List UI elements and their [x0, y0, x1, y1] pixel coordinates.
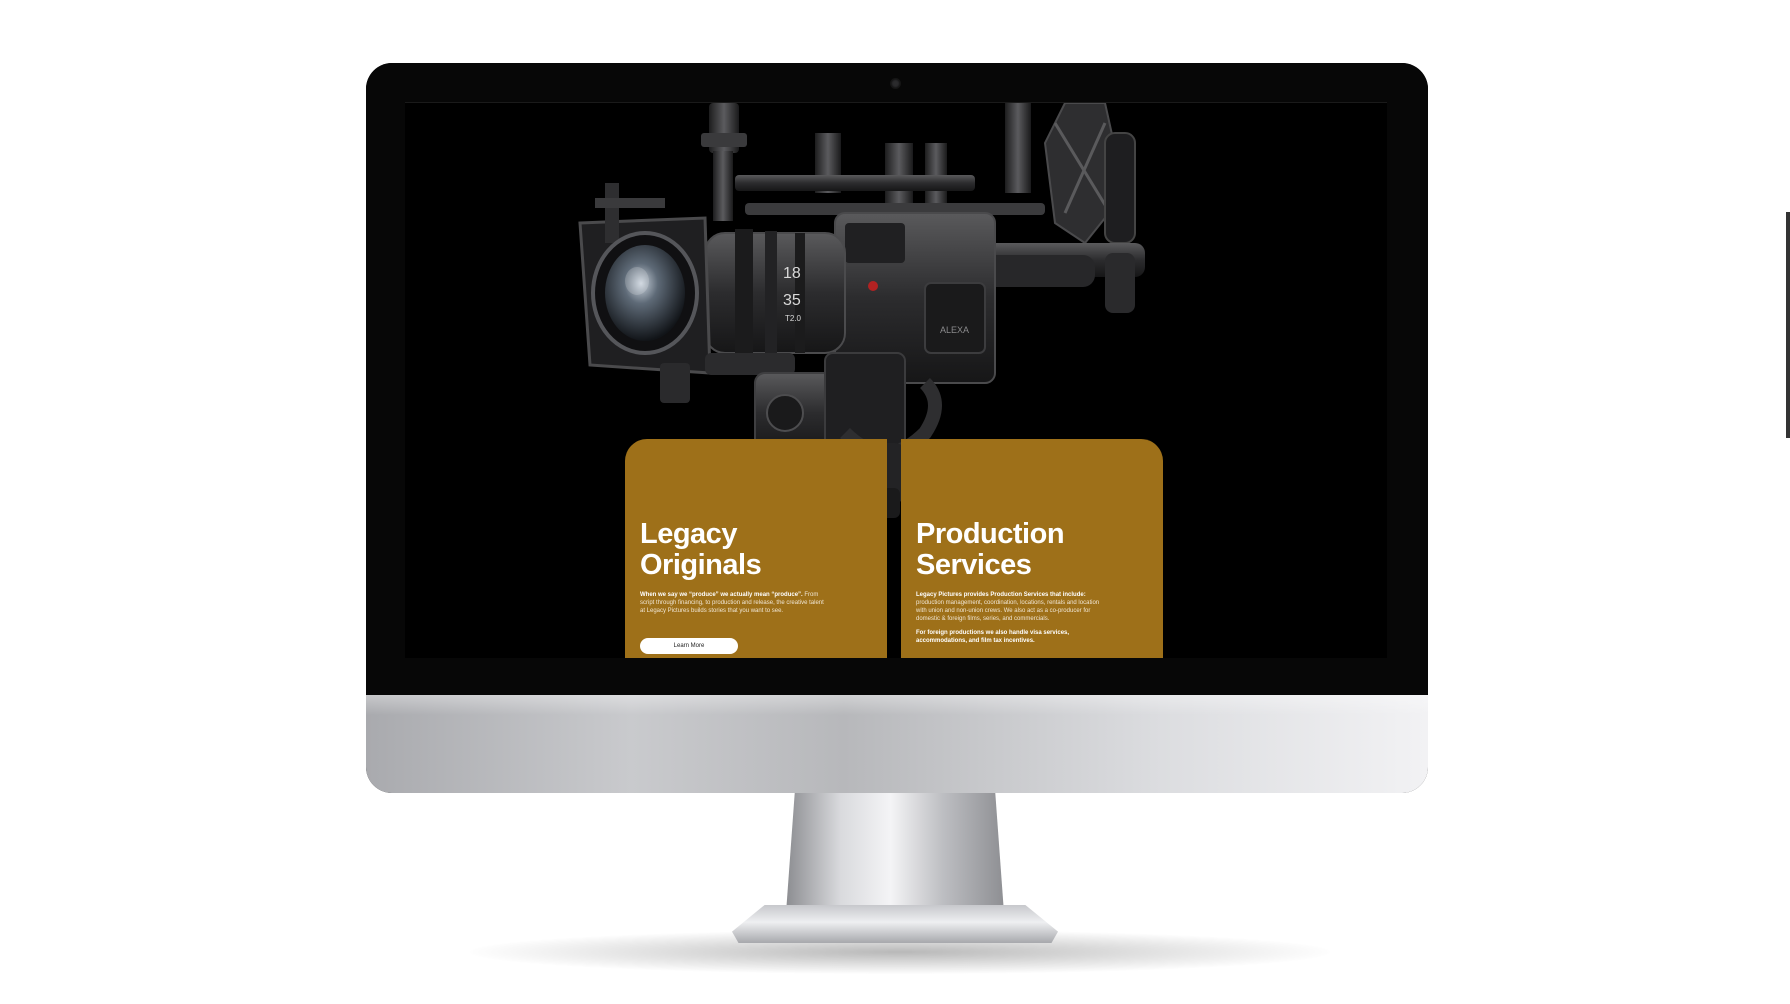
website-screen: ALEXA 18 35 T2.0 Legacy Originals When w…: [405, 102, 1387, 658]
monitor-stand-foot: [732, 905, 1058, 943]
learn-more-button[interactable]: Learn More: [640, 638, 738, 654]
card-description: Legacy Pictures provides Production Serv…: [916, 591, 1106, 623]
svg-text:18: 18: [783, 265, 801, 282]
card-title-line1: Legacy: [640, 518, 737, 550]
card-title: Production Services: [916, 519, 1156, 581]
production-services-card: Production Services Legacy Pictures prov…: [901, 439, 1163, 658]
card-title-line1: Production: [916, 518, 1065, 550]
cinema-camera-rig-image: ALEXA 18 35 T2.0: [578, 103, 1145, 518]
card-lead-text: When we say we “produce” we actually mea…: [640, 592, 803, 598]
card-description: When we say we “produce” we actually mea…: [640, 591, 830, 615]
monitor-chin: [366, 695, 1428, 793]
card-note-text: For foreign productions we also handle v…: [916, 630, 1070, 644]
svg-text:35: 35: [783, 292, 801, 309]
card-title-line2: Services: [916, 549, 1032, 581]
svg-text:T2.0: T2.0: [785, 314, 802, 323]
card-lead-text: Legacy Pictures provides Production Serv…: [916, 592, 1086, 598]
brand-mark: ALEXA: [940, 325, 969, 335]
webcam-icon: [891, 79, 900, 88]
monitor-stand-neck: [786, 793, 1004, 913]
card-title-line2: Originals: [640, 549, 762, 581]
page-scrollbar[interactable]: [1786, 212, 1790, 438]
card-title: Legacy Originals: [640, 519, 880, 581]
legacy-originals-card: Legacy Originals When we say we “produce…: [625, 439, 887, 658]
card-body-text: production management, coordination, loc…: [916, 600, 1100, 622]
